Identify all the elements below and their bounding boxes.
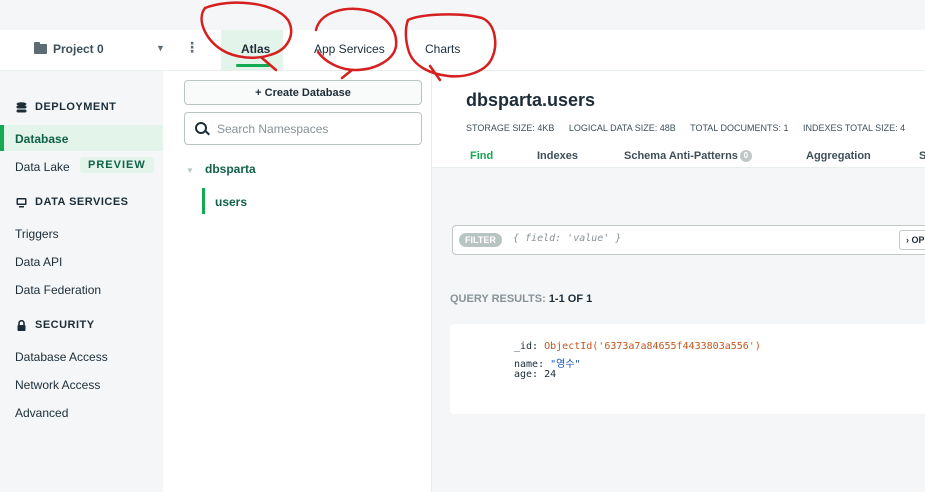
- lock-icon: [17, 319, 26, 331]
- stat-total-documents: TOTAL DOCUMENTS: 1: [690, 123, 789, 133]
- sidebar-item-triggers[interactable]: Triggers: [15, 227, 59, 241]
- document-field-age: age: 24: [514, 369, 557, 380]
- stat-storage-size: STORAGE SIZE: 4KB: [466, 123, 555, 133]
- active-tab-indicator: [236, 64, 270, 67]
- sidebar-item-data-federation[interactable]: Data Federation: [15, 283, 101, 297]
- security-heading: SECURITY: [16, 319, 95, 331]
- database-stack-icon: [16, 101, 27, 112]
- collection-header: dbsparta.users STORAGE SIZE: 4KB LOGICAL…: [432, 71, 925, 168]
- document-field-name: name: "영수": [514, 359, 581, 370]
- options-button[interactable]: › OP: [899, 230, 925, 250]
- folder-icon: [34, 42, 47, 54]
- project-name: Project 0: [53, 42, 104, 56]
- data-services-heading: DATA SERVICES: [16, 196, 129, 208]
- create-database-button[interactable]: + Create Database: [184, 80, 422, 105]
- sidebar-item-database[interactable]: Database: [15, 132, 68, 146]
- deployment-heading: DEPLOYMENT: [16, 101, 116, 113]
- schema-count-badge: 0: [739, 150, 752, 163]
- tab-atlas[interactable]: Atlas: [241, 42, 270, 56]
- filter-input[interactable]: { field: 'value' }: [513, 233, 621, 244]
- stat-indexes-total-size: INDEXES TOTAL SIZE: 4: [802, 123, 906, 133]
- active-collection-bar: [202, 188, 205, 214]
- preview-badge: PREVIEW: [80, 157, 154, 173]
- sidebar-item-data-api[interactable]: Data API: [15, 255, 62, 269]
- chevron-down-icon[interactable]: ▼: [186, 166, 194, 175]
- project-selector[interactable]: Project 0: [34, 42, 104, 56]
- tab-aggregation[interactable]: Aggregation: [806, 150, 871, 162]
- query-results-summary: QUERY RESULTS: 1-1 OF 1: [450, 293, 593, 305]
- tab-search[interactable]: S: [919, 150, 925, 162]
- active-item-bar: [0, 125, 4, 151]
- sidebar-item-database-access[interactable]: Database Access: [15, 350, 108, 364]
- search-namespaces-input[interactable]: [215, 119, 419, 139]
- monitor-icon: [16, 197, 27, 207]
- collection-item-users[interactable]: users: [215, 195, 247, 209]
- tab-charts[interactable]: Charts: [425, 42, 460, 56]
- filter-bar[interactable]: FILTER { field: 'value' } › OP: [452, 225, 925, 255]
- sidebar-item-advanced[interactable]: Advanced: [15, 406, 68, 420]
- namespace-title: dbsparta.users: [466, 90, 596, 110]
- top-navigation-bar: Project 0 ▼ ⋮ Atlas App Services Charts: [0, 30, 925, 71]
- more-options-icon[interactable]: ⋮: [185, 39, 199, 56]
- sidebar-item-network-access[interactable]: Network Access: [15, 378, 100, 392]
- stat-logical-data-size: LOGICAL DATA SIZE: 48B: [568, 123, 676, 133]
- filter-label: FILTER: [459, 233, 502, 247]
- document-field-id: _id: ObjectId('6373a7a84655f4433803a556'…: [514, 341, 761, 352]
- document-card[interactable]: _id: ObjectId('6373a7a84655f4433803a556'…: [450, 324, 925, 414]
- collection-stats: STORAGE SIZE: 4KB LOGICAL DATA SIZE: 48B…: [466, 123, 917, 133]
- search-icon: [195, 122, 207, 134]
- tab-app-services[interactable]: App Services: [314, 42, 385, 56]
- sidebar-item-data-lake[interactable]: Data Lake: [15, 160, 70, 174]
- tab-find[interactable]: Find: [470, 150, 493, 162]
- chevron-down-icon[interactable]: ▼: [156, 43, 165, 53]
- namespace-panel: + Create Database ▼ dbsparta users: [163, 71, 432, 492]
- database-item-dbsparta[interactable]: dbsparta: [205, 162, 256, 176]
- collection-view: dbsparta.users STORAGE SIZE: 4KB LOGICAL…: [432, 71, 925, 492]
- tab-indexes[interactable]: Indexes: [537, 150, 578, 162]
- sidebar: DEPLOYMENT Database Data Lake PREVIEW DA…: [0, 71, 163, 492]
- namespace-search[interactable]: [184, 112, 422, 145]
- tab-schema-anti-patterns[interactable]: Schema Anti-Patterns 0: [624, 150, 752, 163]
